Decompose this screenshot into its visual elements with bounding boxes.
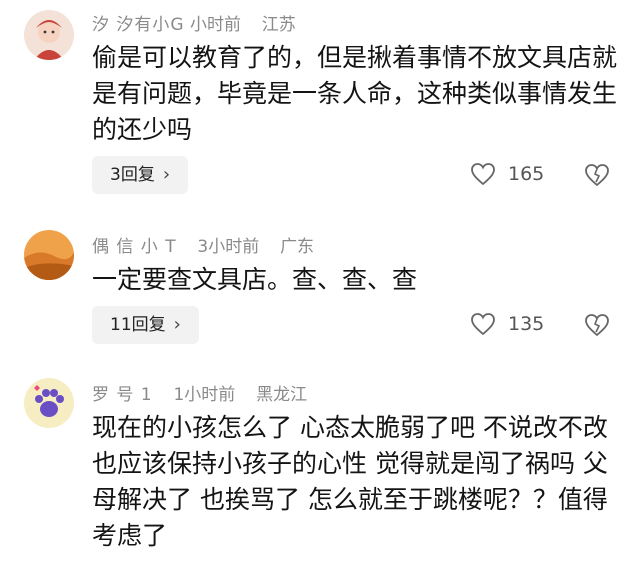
chevron-right-icon: › xyxy=(173,314,181,335)
comment-time: 小时前 xyxy=(189,15,241,35)
dislike-button[interactable] xyxy=(584,313,610,341)
comment-item: 罗 号 1 1小时前 黑龙江 现在的小孩怎么了 心态太脆弱了吧 不说改不改 也应… xyxy=(0,368,640,565)
heart-icon xyxy=(471,163,495,186)
user-avatar[interactable] xyxy=(24,378,74,428)
comment-meta: 罗 号 1 1小时前 黑龙江 xyxy=(92,380,307,405)
comment-location: 黑龙江 xyxy=(256,385,308,405)
heart-icon xyxy=(471,313,495,336)
comment-item: 偶 信 小 T 3小时前 广东 一定要查文具店。查、查、查 11回复 › 135 xyxy=(0,218,640,358)
view-replies-button[interactable]: 3回复 › xyxy=(92,156,189,194)
username[interactable]: 罗 号 1 xyxy=(92,385,153,405)
desert-avatar-icon xyxy=(24,230,74,280)
comment-text: 一定要查文具店。查、查、查 xyxy=(92,265,418,294)
comment-location: 江苏 xyxy=(261,15,296,35)
like-count: 165 xyxy=(508,163,545,185)
username[interactable]: 偶 信 小 T xyxy=(92,237,177,257)
comment-location: 广东 xyxy=(280,237,315,257)
comment-time: 1小时前 xyxy=(173,385,236,405)
chevron-right-icon: › xyxy=(162,164,171,185)
like-count: 135 xyxy=(508,313,545,335)
comment-text: 现在的小孩怎么了 心态太脆弱了吧 不说改不改 也应该保持小孩子的心性 觉得就是闯… xyxy=(92,413,608,550)
user-avatar[interactable] xyxy=(24,230,74,280)
broken-heart-icon xyxy=(585,314,609,337)
comment-meta: 偶 信 小 T 3小时前 广东 xyxy=(92,232,314,257)
replies-label: 11回复 xyxy=(110,315,166,335)
comment-text: 偷是可以教育了的，但是揪着事情不放文具店就是有问题，毕竟是一条人命，这种类似事情… xyxy=(92,43,618,144)
comment-time: 3小时前 xyxy=(197,237,260,257)
replies-label: 3回复 xyxy=(110,165,155,185)
like-button[interactable]: 165 xyxy=(470,162,544,186)
comment-item: 汐 汐有小G 小时前 江苏 偷是可以教育了的，但是揪着事情不放文具店就是有问题，… xyxy=(0,0,640,210)
broken-heart-icon xyxy=(585,164,609,187)
dislike-button[interactable] xyxy=(584,163,610,191)
user-avatar[interactable] xyxy=(24,10,74,60)
like-button[interactable]: 135 xyxy=(470,312,544,336)
view-replies-button[interactable]: 11回复 › xyxy=(92,306,199,344)
paw-avatar-icon xyxy=(24,378,74,428)
baby-avatar-icon xyxy=(24,10,74,60)
comment-meta: 汐 汐有小G 小时前 江苏 xyxy=(92,10,296,35)
username[interactable]: 汐 汐有小G xyxy=(92,15,185,35)
